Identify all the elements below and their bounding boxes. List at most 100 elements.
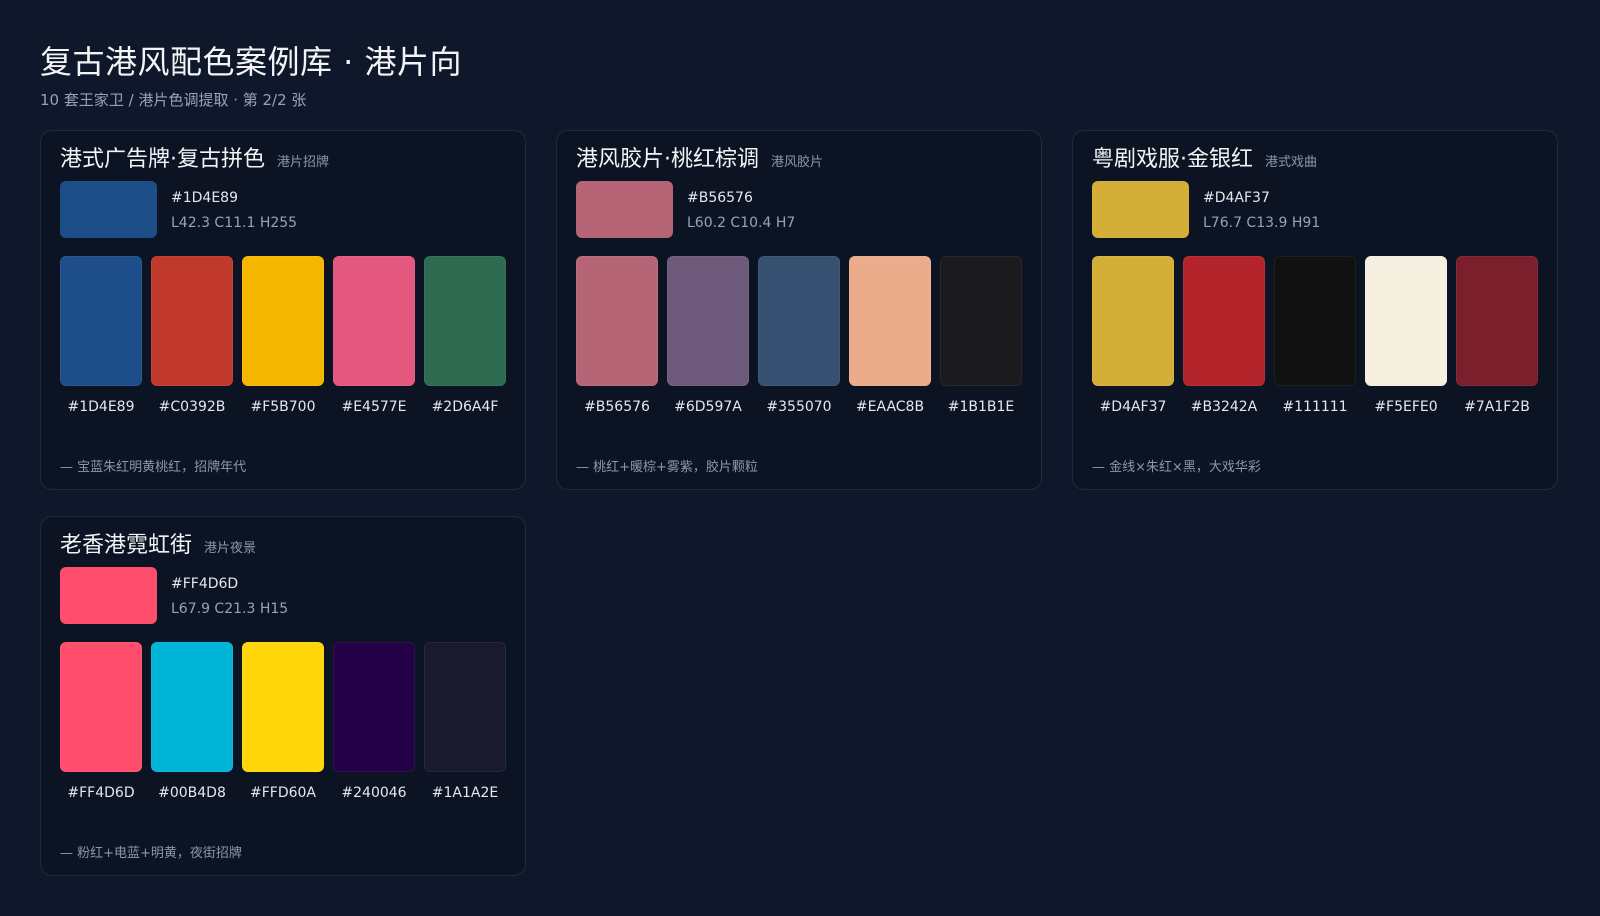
card-note: — 金线×朱红×黑，大戏华彩 [1092,460,1261,475]
swatch-chip[interactable] [242,256,324,386]
swatch-hex: #F5EFE0 [1374,399,1438,415]
swatch-chip[interactable] [60,256,142,386]
card-title: 粤剧戏服·金银红 [1092,147,1253,172]
swatch-hex: #355070 [766,399,832,415]
swatch[interactable]: #1B1B1E [940,256,1022,416]
swatch[interactable]: #240046 [333,642,415,802]
swatch[interactable]: #111111 [1274,256,1356,416]
primary-hex: #D4AF37 [1203,189,1270,206]
swatch-chip[interactable] [849,256,931,386]
swatch-chip[interactable] [940,256,1022,386]
primary-color-row: #1D4E89 L42.3 C11.1 H255 [60,181,506,239]
card-title: 港风胶片·桃红棕调 [576,147,759,172]
swatch-chip[interactable] [1183,256,1265,386]
swatch-hex: #FF4D6D [67,785,135,801]
swatch[interactable]: #E4577E [333,256,415,416]
page-subtitle: 10 套王家卫 / 港片色调提取 · 第 2/2 张 [40,91,307,109]
primary-hex: #1D4E89 [171,189,238,206]
swatch-chip[interactable] [424,256,506,386]
primary-lch: L76.7 C13.9 H91 [1203,214,1321,231]
swatch-hex: #FFD60A [249,785,316,801]
swatch[interactable]: #7A1F2B [1456,256,1538,416]
primary-swatch[interactable] [1092,181,1189,238]
swatch-hex: #6D597A [674,399,742,415]
swatch[interactable]: #B56576 [576,256,658,416]
primary-swatch[interactable] [60,181,157,238]
page-title: 复古港风配色案例库 · 港片向 [40,43,463,81]
swatch[interactable]: #00B4D8 [151,642,233,802]
card-title: 港式广告牌·复古拼色 [60,147,265,172]
swatch-hex: #B56576 [584,399,650,415]
palette-card[interactable]: 粤剧戏服·金银红 港式戏曲 #D4AF37 L76.7 C13.9 H91 #D… [1072,130,1558,490]
swatch-chip[interactable] [1274,256,1356,386]
swatch[interactable]: #FF4D6D [60,642,142,802]
card-tag: 港式戏曲 [1265,155,1318,170]
card-note: — 宝蓝朱红明黄桃红，招牌年代 [60,460,247,475]
swatch-hex: #1D4E89 [67,399,135,415]
swatch-hex: #00B4D8 [158,785,226,801]
primary-swatch[interactable] [576,181,673,238]
primary-lch: L67.9 C21.3 H15 [171,600,289,617]
primary-lch: L42.3 C11.1 H255 [171,214,298,231]
card-header: 港式广告牌·复古拼色 港片招牌 [60,145,506,175]
swatch-hex: #7A1F2B [1464,399,1530,415]
swatch-chip[interactable] [333,256,415,386]
swatch-hex: #F5B700 [250,399,316,415]
card-note: — 粉红+电蓝+明黄，夜街招牌 [60,846,242,861]
primary-info: #FF4D6D L67.9 C21.3 H15 [171,567,288,625]
primary-info: #1D4E89 L42.3 C11.1 H255 [171,181,297,239]
swatch-chip[interactable] [424,642,506,772]
swatch[interactable]: #1A1A2E [424,642,506,802]
swatch[interactable]: #6D597A [667,256,749,416]
swatch-row: #B56576 #6D597A #355070 #EAAC8B #1B1B1E [576,256,1022,416]
swatch-chip[interactable] [151,642,233,772]
primary-info: #D4AF37 L76.7 C13.9 H91 [1203,181,1320,239]
card-tag: 港片夜景 [204,541,257,556]
page: 复古港风配色案例库 · 港片向 10 套王家卫 / 港片色调提取 · 第 2/2… [0,0,1600,916]
swatch-chip[interactable] [667,256,749,386]
swatch-hex: #E4577E [341,399,407,415]
swatch[interactable]: #FFD60A [242,642,324,802]
swatch[interactable]: #1D4E89 [60,256,142,416]
swatch-chip[interactable] [1092,256,1174,386]
swatch-chip[interactable] [151,256,233,386]
swatch[interactable]: #F5B700 [242,256,324,416]
swatch-hex: #1A1A2E [431,785,499,801]
swatch-chip[interactable] [1365,256,1447,386]
card-note: — 桃红+暖棕+雾紫，胶片颗粒 [576,460,758,475]
primary-color-row: #FF4D6D L67.9 C21.3 H15 [60,567,506,625]
swatch[interactable]: #2D6A4F [424,256,506,416]
primary-hex: #FF4D6D [171,575,239,592]
primary-color-row: #D4AF37 L76.7 C13.9 H91 [1092,181,1538,239]
swatch[interactable]: #355070 [758,256,840,416]
palette-card[interactable]: 港风胶片·桃红棕调 港风胶片 #B56576 L60.2 C10.4 H7 #B… [556,130,1042,490]
swatch-chip[interactable] [242,642,324,772]
card-header: 老香港霓虹街 港片夜景 [60,531,506,561]
swatch-hex: #1B1B1E [947,399,1015,415]
palette-grid: 港式广告牌·复古拼色 港片招牌 #1D4E89 L42.3 C11.1 H255… [40,130,1560,876]
swatch[interactable]: #F5EFE0 [1365,256,1447,416]
swatch-hex: #240046 [341,785,407,801]
card-tag: 港风胶片 [771,155,824,170]
swatch[interactable]: #EAAC8B [849,256,931,416]
swatch[interactable]: #D4AF37 [1092,256,1174,416]
palette-card[interactable]: 老香港霓虹街 港片夜景 #FF4D6D L67.9 C21.3 H15 #FF4… [40,516,526,876]
primary-swatch[interactable] [60,567,157,624]
primary-hex: #B56576 [687,189,753,206]
card-header: 港风胶片·桃红棕调 港风胶片 [576,145,1022,175]
swatch-hex: #EAAC8B [855,399,925,415]
swatch-chip[interactable] [576,256,658,386]
swatch-chip[interactable] [60,642,142,772]
card-title: 老香港霓虹街 [60,533,193,558]
swatch-chip[interactable] [1456,256,1538,386]
primary-color-row: #B56576 L60.2 C10.4 H7 [576,181,1022,239]
card-header: 粤剧戏服·金银红 港式戏曲 [1092,145,1538,175]
palette-card[interactable]: 港式广告牌·复古拼色 港片招牌 #1D4E89 L42.3 C11.1 H255… [40,130,526,490]
swatch[interactable]: #B3242A [1183,256,1265,416]
swatch-chip[interactable] [758,256,840,386]
swatch[interactable]: #C0392B [151,256,233,416]
swatch-hex: #111111 [1282,399,1348,415]
swatch-hex: #D4AF37 [1099,399,1167,415]
swatch-chip[interactable] [333,642,415,772]
swatch-row: #D4AF37 #B3242A #111111 #F5EFE0 #7A1F2B [1092,256,1538,416]
